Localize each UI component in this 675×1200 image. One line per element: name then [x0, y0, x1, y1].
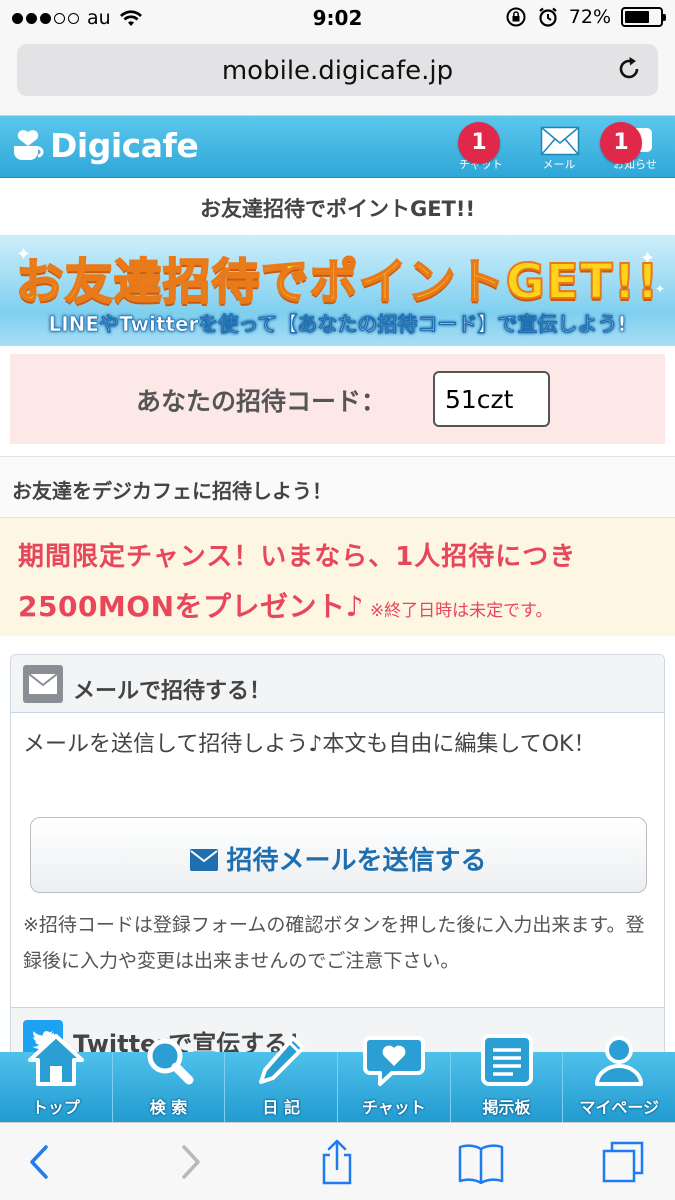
chat-badge: 1	[458, 122, 500, 164]
banner-headline: お友達招待でポイントGET!!	[15, 253, 660, 311]
tabs-icon[interactable]	[600, 1139, 650, 1185]
logo-text: Digicafe	[50, 126, 199, 165]
bottom-nav-diary-label: 日 記	[262, 1098, 300, 1117]
header-nav-notice[interactable]: お知らせ 1	[600, 120, 670, 176]
invite-code-value[interactable]: 51czt	[433, 371, 550, 427]
send-invite-mail-text: 招待メールを送信する	[226, 846, 487, 876]
status-bar: au 9:02 72%	[0, 0, 675, 38]
header-nav-chat[interactable]: チャット 1	[446, 120, 516, 176]
mail-section-note: ※招待コードは登録フォームの確認ボタンを押した後に入力出来ます。登録後に入力や変…	[23, 914, 645, 972]
mail-icon	[540, 126, 580, 156]
browser-toolbar	[0, 1122, 675, 1200]
cafe-logo-icon	[14, 129, 44, 160]
bottom-nav-search[interactable]: 検 索	[113, 1038, 226, 1122]
invite-heading: お友達をデジカフェに招待しよう！	[0, 456, 675, 518]
pencil-icon	[259, 1036, 306, 1084]
promo-banner[interactable]: ✦ ✦ ✦ お友達招待でポイントGET!! LINEやTwitterを使って【あ…	[0, 236, 675, 346]
battery-fill	[625, 11, 650, 23]
bottom-nav-mypage[interactable]: マイページ	[563, 1036, 675, 1122]
notice-badge: 1	[600, 122, 642, 164]
banner-subtitle: LINEやTwitterを使って【あなたの招待コード】で宣伝しよう!	[48, 312, 627, 337]
bottom-nav-board-label: 掲示板	[482, 1098, 531, 1117]
reload-icon[interactable]	[614, 54, 644, 84]
bottom-nav-board[interactable]: 掲示板	[451, 1034, 564, 1122]
promo-line-1: 期間限定チャンス！いまなら、1人招待につき	[18, 542, 577, 572]
mail-section-header: メールで招待する！	[11, 655, 664, 713]
header-nav-mail[interactable]: メール	[524, 120, 594, 176]
mail-invite-card: メールで招待する！ メールを送信して招待しよう♪本文も自由に編集してOK！ 招待…	[10, 654, 665, 1074]
promo-notice: 期間限定チャンス！いまなら、1人招待につき 2500MONをプレゼント♪ ※終了日…	[0, 518, 675, 636]
promo-note: ※終了日時は未定です。	[369, 601, 553, 621]
site-bottom-nav: トップ 検 索 日 記 チャット 掲示板 マイページ	[0, 1034, 675, 1122]
header-nav-mail-label: メール	[542, 158, 576, 171]
envelope-icon	[23, 665, 63, 703]
promo-amount: 2500MONをプレゼント♪	[18, 590, 364, 623]
share-icon[interactable]	[312, 1139, 362, 1185]
site-logo[interactable]: Digicafe	[10, 126, 199, 165]
back-icon[interactable]	[14, 1139, 64, 1185]
forward-icon[interactable]	[166, 1139, 216, 1185]
battery-percent: 72%	[568, 6, 611, 28]
board-icon	[480, 1034, 533, 1086]
send-invite-mail-label: 招待メールを送信する	[31, 840, 646, 877]
home-icon	[27, 1034, 84, 1086]
envelope-icon	[190, 849, 219, 871]
send-invite-mail-button[interactable]: 招待メールを送信する	[30, 817, 647, 893]
bottom-nav-mypage-label: マイページ	[579, 1098, 660, 1117]
bottom-nav-chat[interactable]: チャット	[338, 1036, 451, 1122]
heart-chat-icon	[362, 1036, 425, 1086]
search-icon	[147, 1038, 193, 1085]
url-text: mobile.digicafe.jp	[221, 56, 454, 86]
address-bar[interactable]: mobile.digicafe.jp	[17, 44, 658, 96]
rotation-lock-icon	[506, 7, 526, 27]
promo-line-2: 2500MONをプレゼント♪ ※終了日時は未定です。	[18, 585, 675, 625]
person-icon	[595, 1036, 644, 1086]
address-bar-area: mobile.digicafe.jp	[0, 38, 675, 116]
bottom-nav-top-label: トップ	[31, 1098, 80, 1117]
alarm-icon	[539, 7, 557, 27]
page-title: お友達招待でポイントGET!!	[0, 178, 675, 236]
invite-code-label: あなたの招待コード：	[136, 387, 387, 416]
bookmarks-icon[interactable]	[456, 1139, 506, 1185]
bottom-nav-diary[interactable]: 日 記	[225, 1036, 339, 1122]
invite-code-panel: あなたの招待コード： 51czt	[10, 354, 665, 444]
bottom-nav-top[interactable]: トップ	[0, 1034, 113, 1122]
mail-section-title: メールで招待する！	[73, 679, 272, 704]
battery-icon	[621, 7, 666, 27]
bottom-nav-chat-label: チャット	[361, 1098, 426, 1117]
site-header: Digicafe チャット 1 メール お知らせ 1	[0, 116, 675, 178]
status-right: 72%	[505, 6, 666, 28]
bottom-nav-search-label: 検 索	[149, 1098, 188, 1117]
mail-section-body: メールを送信して招待しよう♪本文も自由に編集してOK！	[23, 732, 596, 757]
